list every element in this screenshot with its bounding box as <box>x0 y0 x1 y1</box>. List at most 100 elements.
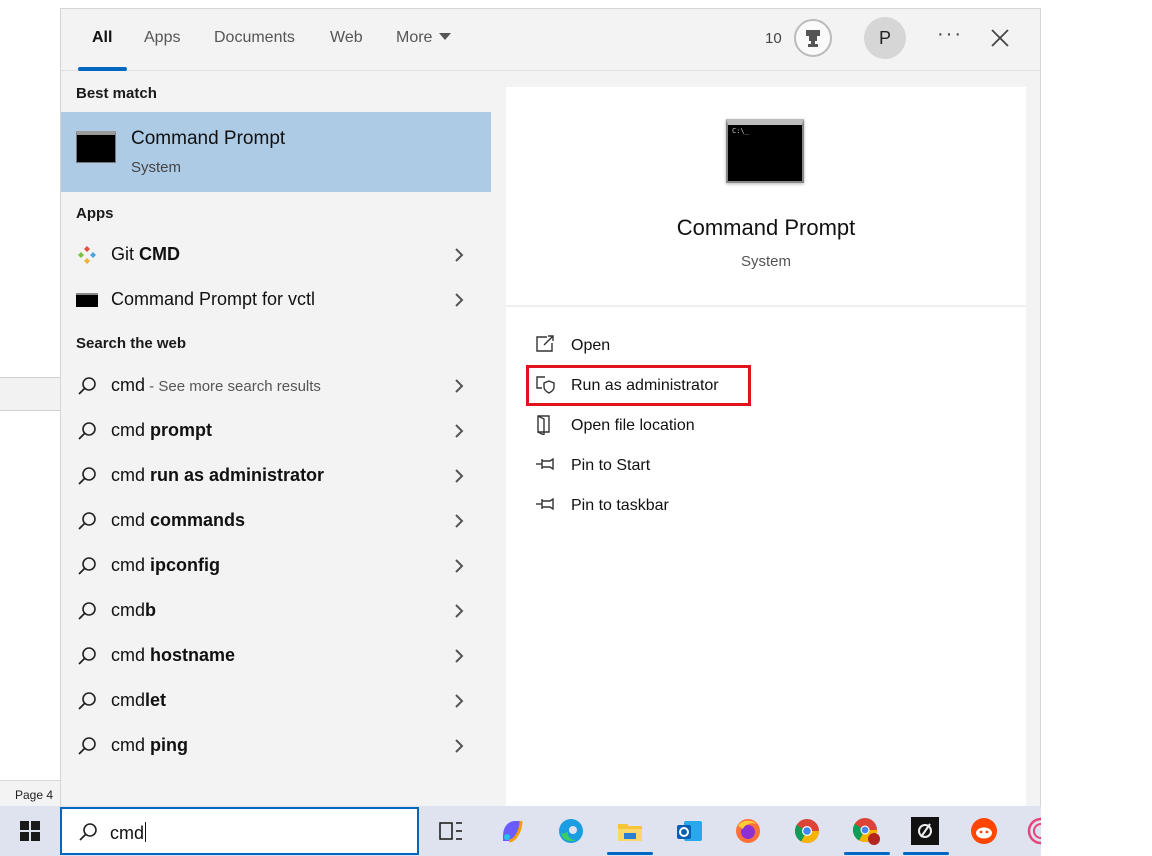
outlook-icon[interactable] <box>674 816 704 846</box>
preview-subtitle: System <box>740 253 791 270</box>
annotation-highlight-box <box>526 365 751 406</box>
chevron-right-icon[interactable] <box>453 693 465 709</box>
background-status-bar: Page 4 <box>0 780 60 806</box>
firefox-icon[interactable] <box>733 816 763 846</box>
chevron-right-icon[interactable] <box>453 513 465 529</box>
web-result-label: cmd hostname <box>111 645 236 665</box>
copilot-icon[interactable] <box>497 816 527 846</box>
chevron-right-icon[interactable] <box>453 648 465 664</box>
taskbar-search-input[interactable]: cmd <box>60 807 419 855</box>
screen: Page 4 All Apps Documents Web More 10 P … <box>0 0 1152 856</box>
section-best-match: Best match <box>76 85 157 102</box>
section-apps: Apps <box>76 205 114 222</box>
search-icon <box>78 377 96 395</box>
app-result-label: Git CMD <box>111 244 181 264</box>
chevron-right-icon[interactable] <box>453 292 465 308</box>
windows-start-icon[interactable] <box>20 821 40 841</box>
more-options-icon[interactable]: ··· <box>937 23 963 46</box>
chevron-right-icon[interactable] <box>453 423 465 439</box>
chrome-icon[interactable] <box>792 816 822 846</box>
web-result-label: cmd run as administrator <box>111 465 325 485</box>
web-result-label: cmdb <box>111 600 157 620</box>
action-label: Pin to Start <box>571 457 651 474</box>
chevron-right-icon[interactable] <box>453 468 465 484</box>
preview-title: Command Prompt <box>676 215 856 240</box>
tab-all[interactable]: All <box>92 29 112 47</box>
close-icon[interactable] <box>989 27 1011 49</box>
web-result-label: cmd commands <box>111 510 246 530</box>
background-ribbon <box>0 377 60 411</box>
app-result-command-prompt-vctl[interactable]: Command Prompt for vctl <box>61 280 491 320</box>
search-icon <box>78 692 96 710</box>
search-value: cmd <box>110 822 147 843</box>
web-result-row[interactable]: cmdb <box>61 591 491 631</box>
action-label: Open <box>571 337 611 354</box>
preview-header: C:\_ Command Prompt System <box>506 87 1026 307</box>
search-icon <box>78 422 96 440</box>
git-cmd-icon <box>78 246 96 264</box>
action-label: Pin to taskbar <box>571 497 669 514</box>
search-icon <box>78 737 96 755</box>
reddit-icon[interactable] <box>969 816 999 846</box>
vctl-icon[interactable] <box>910 816 940 846</box>
chevron-right-icon[interactable] <box>453 378 465 394</box>
best-match-subtitle: System <box>131 159 182 176</box>
tab-more-label: More <box>396 29 433 46</box>
web-result-row[interactable]: cmd commands <box>61 501 491 541</box>
web-result-row[interactable]: cmdlet <box>61 681 491 721</box>
active-app-indicator <box>844 852 890 855</box>
active-app-indicator <box>903 852 949 855</box>
taskbar: cmd <box>0 806 1041 856</box>
action-open[interactable]: Open <box>534 327 834 363</box>
rewards-trophy-icon[interactable] <box>794 19 832 57</box>
chrome-profile-icon[interactable] <box>851 816 881 846</box>
user-avatar[interactable]: P <box>864 17 906 59</box>
open-icon <box>536 335 554 352</box>
web-result-row[interactable]: cmd run as administrator <box>61 456 491 496</box>
web-result-label: cmd ipconfig <box>111 555 221 575</box>
action-open-file-location[interactable]: Open file location <box>534 407 834 443</box>
web-result-row[interactable]: cmd prompt <box>61 411 491 451</box>
chevron-right-icon[interactable] <box>453 247 465 263</box>
chevron-right-icon[interactable] <box>453 738 465 754</box>
web-result-label: cmd - See more search results <box>111 375 321 395</box>
pin-icon <box>536 497 554 511</box>
caret-down-icon <box>439 33 452 40</box>
tab-documents[interactable]: Documents <box>214 29 295 47</box>
web-result-row[interactable]: cmd ipconfig <box>61 546 491 586</box>
rewards-points: 10 <box>765 30 782 47</box>
app-icon[interactable] <box>1026 816 1041 846</box>
tab-more[interactable]: More <box>396 29 452 47</box>
web-result-row[interactable]: cmd - See more search results <box>61 366 491 406</box>
folder-location-icon <box>537 415 550 435</box>
command-prompt-icon <box>76 131 116 163</box>
chevron-right-icon[interactable] <box>453 558 465 574</box>
chevron-right-icon[interactable] <box>453 603 465 619</box>
action-pin-to-taskbar[interactable]: Pin to taskbar <box>534 487 834 523</box>
action-pin-to-start[interactable]: Pin to Start <box>534 447 834 483</box>
web-result-label: cmd ping <box>111 735 189 755</box>
search-filter-bar: All Apps Documents Web More 10 P ··· <box>61 9 1040 71</box>
web-result-row[interactable]: cmd hostname <box>61 636 491 676</box>
file-explorer-icon[interactable] <box>615 816 645 846</box>
edge-icon[interactable] <box>556 816 586 846</box>
search-icon <box>78 557 96 575</box>
command-prompt-icon <box>76 293 98 307</box>
section-search-web: Search the web <box>76 335 187 352</box>
active-tab-indicator <box>78 67 127 71</box>
app-result-git-cmd[interactable]: Git CMD <box>61 235 491 275</box>
web-result-row[interactable]: cmd ping <box>61 726 491 766</box>
action-label: Open file location <box>571 417 695 434</box>
active-app-indicator <box>607 852 653 855</box>
tab-apps[interactable]: Apps <box>144 29 180 47</box>
web-result-label: cmdlet <box>111 690 167 710</box>
search-icon <box>78 467 96 485</box>
search-icon <box>79 823 97 841</box>
task-view-icon[interactable] <box>436 816 466 846</box>
web-result-label: cmd prompt <box>111 420 213 440</box>
best-match-result[interactable]: Command Prompt System <box>61 112 491 192</box>
app-result-label: Command Prompt for vctl <box>111 289 316 309</box>
best-match-title: Command Prompt <box>131 128 286 149</box>
search-icon <box>78 647 96 665</box>
tab-web[interactable]: Web <box>330 29 363 47</box>
